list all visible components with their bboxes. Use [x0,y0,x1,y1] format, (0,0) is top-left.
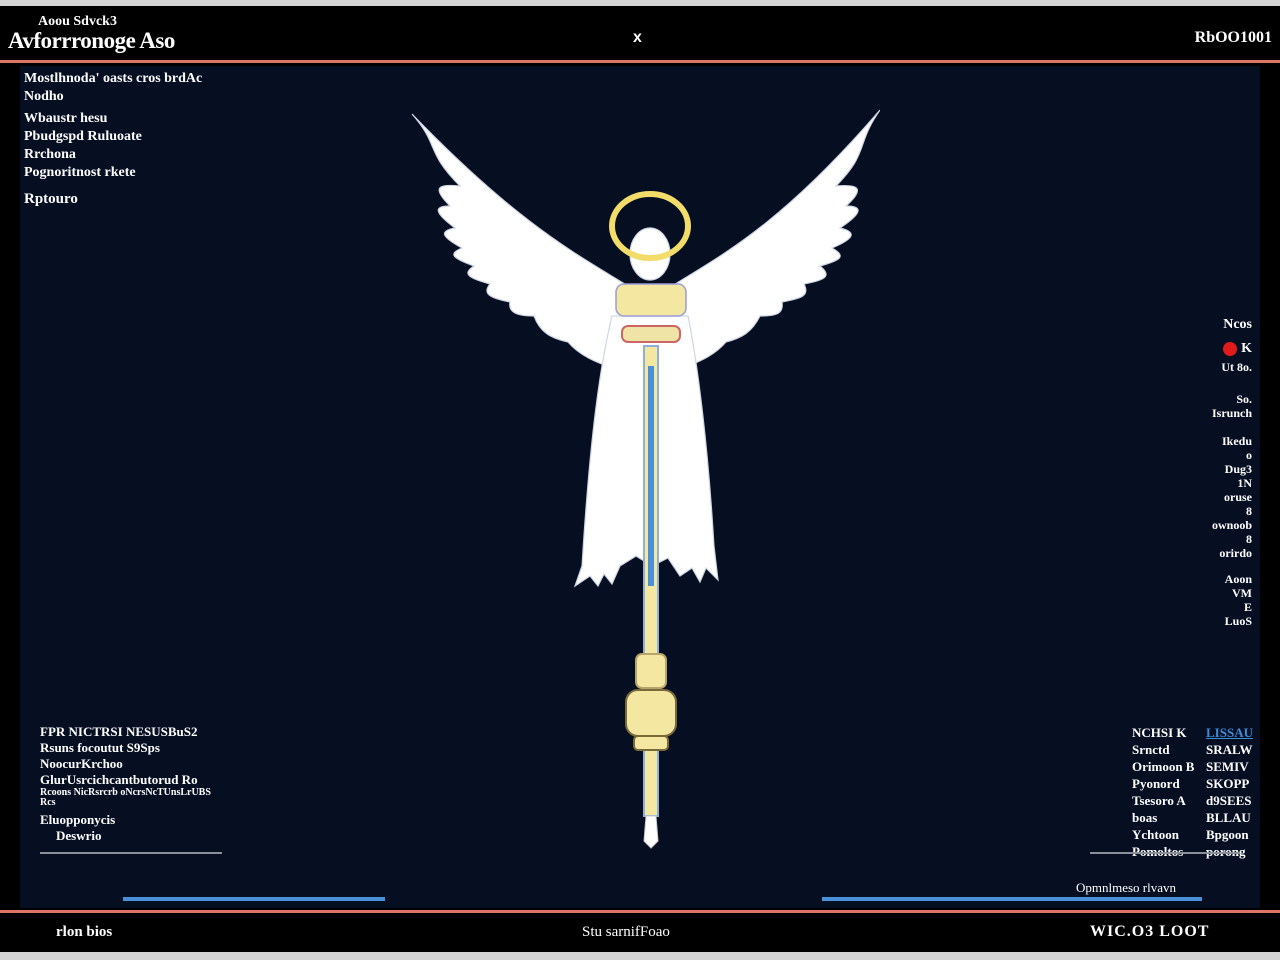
br-link[interactable]: LISSAU [1206,724,1253,741]
bl-line: Deswrio [56,828,102,843]
br-value: SRALW [1206,742,1253,757]
close-button[interactable]: x [633,29,642,47]
right-panel-line: o [1246,448,1252,462]
right-panel-line: orirdo [1219,546,1252,560]
right-panel-line: 8 [1246,532,1252,546]
info-line: Wbaustr hesu [24,111,108,126]
info-status: Rptouro [24,191,78,207]
bl-line: Eluopponycis [40,812,116,827]
br-divider [1090,852,1240,854]
footer-left-link[interactable]: rlon bios [56,924,112,941]
br-key: Ychtoon [1132,827,1179,842]
window-bottom-border [0,952,1280,960]
right-panel-line: LuoS [1224,614,1252,628]
br-key: Pyonord [1132,776,1180,791]
bl-line: NoocurKrchoo [40,756,123,771]
br-key: NCHSI K [1132,725,1187,740]
br-row: Orimoon B SEMIV [1132,758,1253,775]
bottom-right-panel: NCHSI K LISSAU Srnctd SRALW Orimoon B SEMIV… [1132,724,1253,860]
br-row: NCHSI K LISSAU [1132,724,1253,741]
bl-line: FPR NICTRSI NESUSBuS2 [40,724,198,739]
app-title: Avforrronoge Aso [8,28,175,53]
right-panel-line: E [1243,600,1252,614]
br-key: Srnctd [1132,742,1170,757]
record-indicator[interactable]: K [1212,340,1252,358]
footer-center-label: Stu sarnifFoao [582,924,670,940]
br-value: SKOPP [1206,776,1250,791]
info-line: Pbudgspd Ruluoate [24,129,142,144]
bl-line: GlurUsrcichcantbutorud Ro [40,772,198,787]
info-line: Mostlhnoda' oasts cros brdAc [24,71,203,86]
info-line: Nodho [24,89,64,104]
main-canvas: Mostlhnoda' oasts cros brdAc Nodho Wbaus… [20,66,1260,908]
right-panel-line: ownoob [1211,518,1252,532]
bl-small-line: Rcs [40,797,56,808]
br-row: Srnctd SRALW [1132,741,1253,758]
right-panel-line: Ut 8o. [1221,360,1252,374]
br-row: Pyonord SKOPP [1132,775,1253,792]
right-panel-line: So. [1236,392,1252,406]
br-key: boas [1132,810,1158,825]
right-panel-line: Aoon [1224,572,1252,586]
progress-line-left [123,897,385,901]
progress-line-right [822,897,1202,901]
info-line: Pognoritnost rkete [24,165,136,180]
right-panel-line: VM [1232,586,1252,600]
header-bar: Aoou Sdvck3 Avforrronoge Aso x RbOO1001 [0,6,1280,62]
br-value: Bpgoon [1206,827,1249,842]
info-line: Rrchona [24,147,76,162]
br-value: BLLAU [1206,810,1251,825]
right-panel-title: Ncos [1223,317,1252,332]
right-status-panel: Ncos K Ut 8o. So. Isrunch Ikedu o Dug3 1… [1211,317,1252,629]
br-row: boas BLLAU [1132,809,1253,826]
bottom-left-panel: FPR NICTRSI NESUSBuS2 Rsuns focoutut S9S… [40,724,211,844]
footer-right-label: WIC.O3 LOOT [1090,923,1210,940]
angel-figure-image [411,109,880,849]
app-window: Aoou Sdvck3 Avforrronoge Aso x RbOO1001 … [0,0,1280,960]
br-key: Tsesoro A [1132,793,1186,808]
br-caption: Opmnlmeso rlvavn [1076,880,1177,895]
footer-bar: rlon bios Stu sarnifFoao WIC.O3 LOOT [0,914,1280,952]
header-divider [0,60,1280,63]
br-value: d9SEES [1206,793,1252,808]
br-key: Orimoon B [1132,759,1195,774]
br-row: Tsesoro A d9SEES [1132,792,1253,809]
right-panel-line: Isrunch [1211,406,1252,420]
right-panel-line: 8 [1246,504,1252,518]
footer-divider [0,910,1280,913]
right-panel-line: 1N [1237,476,1252,490]
record-label: K [1241,341,1252,356]
bl-line: Rsuns focoutut S9Sps [40,740,160,755]
br-value: SEMIV [1206,759,1249,774]
br-row: Ychtoon Bpgoon [1132,826,1253,843]
right-panel-line: Ikedu [1221,434,1252,448]
header-id-label: RbOO1001 [1194,29,1272,46]
right-panel-line: oruse [1224,490,1252,504]
right-panel-line: Dug3 [1224,462,1252,476]
record-dot-icon [1223,342,1238,356]
info-panel: Mostlhnoda' oasts cros brdAc Nodho Wbaus… [24,70,202,208]
bl-divider [40,852,222,854]
bl-small-line: Rcoons NicRsrcrb oNcrsNcTUnsLrUBS [40,787,211,798]
